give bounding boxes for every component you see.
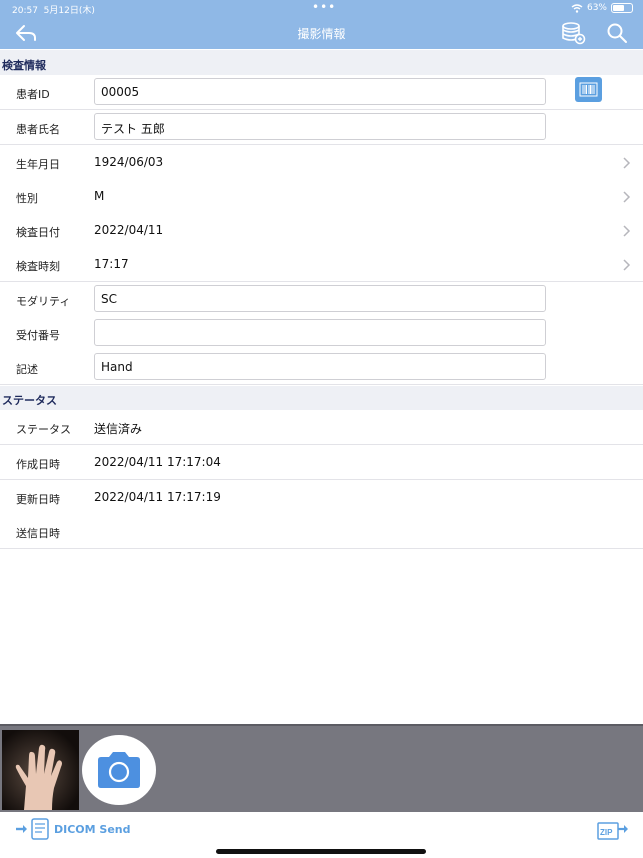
modality-input[interactable]: SC <box>94 285 546 312</box>
sex-value: M <box>94 189 105 203</box>
wifi-icon <box>571 3 583 13</box>
exam-time-value: 17:17 <box>94 257 129 271</box>
patient-name-label: 患者氏名 <box>16 123 60 136</box>
row-status: ステータス 送信済み <box>0 410 643 445</box>
patient-id-label: 患者ID <box>16 88 50 101</box>
status-time: 20:57 5月12日(木) <box>12 3 95 16</box>
row-updated: 更新日時 2022/04/11 17:17:19 <box>0 480 643 515</box>
home-indicator[interactable] <box>216 849 426 854</box>
sex-label: 性別 <box>16 192 38 205</box>
chevron-right-icon[interactable] <box>621 224 631 238</box>
status-value: 送信済み <box>94 422 143 436</box>
status-indicators: 63% <box>571 3 633 13</box>
chevron-right-icon[interactable] <box>621 156 631 170</box>
search-icon[interactable] <box>606 22 628 44</box>
row-created: 作成日時 2022/04/11 17:17:04 <box>0 445 643 480</box>
image-gallery <box>0 724 643 812</box>
patient-id-input[interactable]: 00005 <box>94 78 546 105</box>
row-exam-date[interactable]: 検査日付 2022/04/11 <box>0 213 643 248</box>
zip-export-icon[interactable]: ZIP <box>596 817 630 841</box>
chevron-right-icon[interactable] <box>621 190 631 204</box>
battery-percent: 63% <box>586 3 607 13</box>
chevron-right-icon[interactable] <box>621 258 631 272</box>
modality-label: モダリティ <box>16 295 71 308</box>
nav-bar: 撮影情報 <box>0 16 643 49</box>
dicom-send-label: DICOM Send <box>54 822 131 836</box>
barcode-icon <box>579 82 598 97</box>
created-label: 作成日時 <box>16 458 60 471</box>
database-icon[interactable] <box>560 21 586 45</box>
row-sex[interactable]: 性別 M <box>0 179 643 214</box>
clock: 20:57 <box>12 6 38 16</box>
description-input[interactable]: Hand <box>94 353 546 380</box>
row-patient-name: 患者氏名 テスト 五郎 <box>0 110 643 145</box>
status-label: ステータス <box>16 423 71 436</box>
row-birth-date[interactable]: 生年月日 1924/06/03 <box>0 145 643 180</box>
bottom-toolbar: DICOM Send ZIP <box>0 812 643 858</box>
zip-label: ZIP <box>600 828 613 837</box>
battery-icon <box>611 3 633 13</box>
birth-date-value: 1924/06/03 <box>94 155 164 169</box>
updated-label: 更新日時 <box>16 493 60 506</box>
row-patient-id: 患者ID 00005 <box>0 75 643 110</box>
multitask-dots-icon[interactable]: ••• <box>312 0 336 14</box>
section-header-status: ステータス <box>0 386 643 410</box>
image-thumbnail[interactable] <box>2 730 79 810</box>
section-header-exam-info: 検査情報 <box>0 50 643 75</box>
barcode-scan-button[interactable] <box>575 77 602 102</box>
date: 5月12日(木) <box>43 6 95 16</box>
row-accession-number: 受付番号 <box>0 316 643 351</box>
exam-time-label: 検査時刻 <box>16 260 60 273</box>
exam-date-label: 検査日付 <box>16 226 60 239</box>
battery-fill <box>613 5 625 11</box>
status-bar: 20:57 5月12日(木) ••• 63% <box>0 0 643 16</box>
patient-name-input[interactable]: テスト 五郎 <box>94 113 546 140</box>
camera-button[interactable] <box>82 735 156 805</box>
updated-value: 2022/04/11 17:17:19 <box>94 490 221 504</box>
row-modality: モダリティ SC <box>0 282 643 317</box>
row-sent: 送信日時 <box>0 514 643 549</box>
sent-label: 送信日時 <box>16 527 60 540</box>
description-label: 記述 <box>16 363 38 376</box>
top-bar: 20:57 5月12日(木) ••• 63% 撮影情報 <box>0 0 643 49</box>
birth-date-label: 生年月日 <box>16 158 60 171</box>
created-value: 2022/04/11 17:17:04 <box>94 455 221 469</box>
accession-number-input[interactable] <box>94 319 546 346</box>
exam-date-value: 2022/04/11 <box>94 223 164 237</box>
page-title: 撮影情報 <box>297 27 346 41</box>
row-exam-time[interactable]: 検査時刻 17:17 <box>0 247 643 282</box>
camera-icon <box>98 752 140 788</box>
dicom-send-button[interactable]: DICOM Send <box>14 817 131 841</box>
hand-photo-thumbnail <box>2 730 79 810</box>
dicom-send-icon <box>16 818 49 840</box>
row-description: 記述 Hand <box>0 350 643 385</box>
accession-number-label: 受付番号 <box>16 329 60 342</box>
